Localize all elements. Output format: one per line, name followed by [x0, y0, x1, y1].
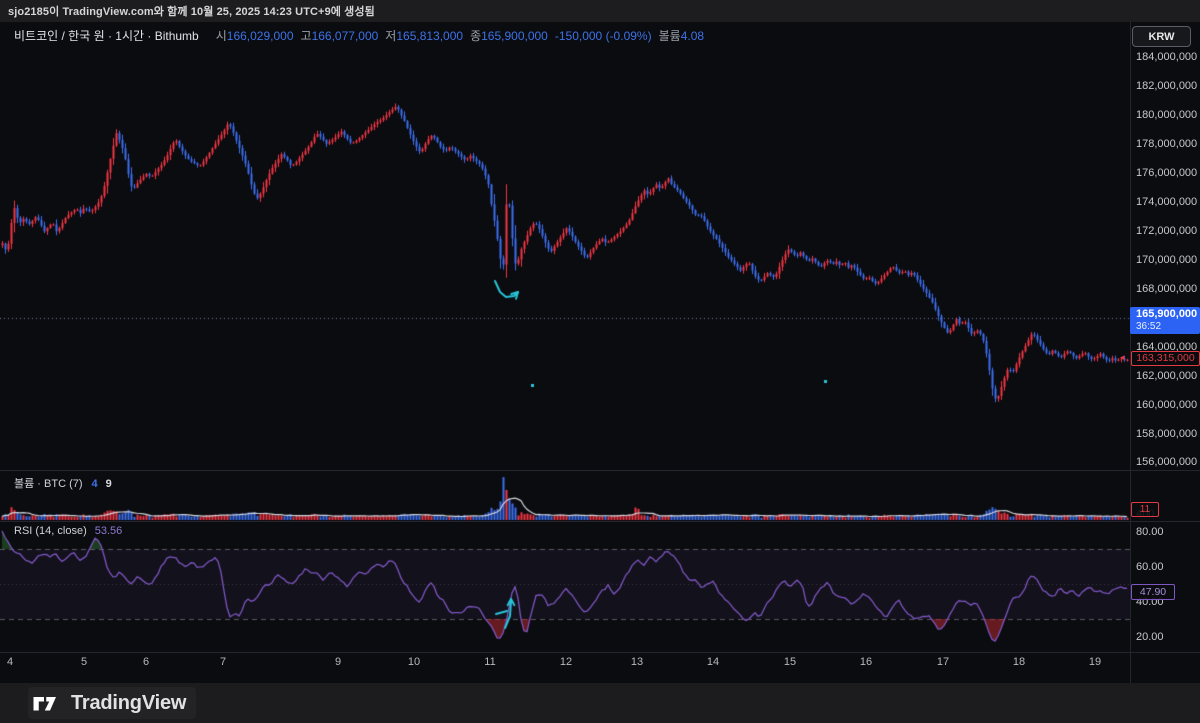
- tradingview-snapshot: sjo2185이 TradingView.com와 함께 10월 25, 202…: [0, 0, 1200, 723]
- time-axis-tick: 10: [408, 656, 420, 668]
- close-value: 165,900,000: [481, 29, 548, 43]
- time-axis-tick: 12: [560, 656, 572, 668]
- rsi-current-value: 53.56: [95, 525, 123, 537]
- rsi-axis-tick: 60.00: [1130, 560, 1200, 574]
- currency-toggle-button[interactable]: KRW: [1132, 26, 1191, 47]
- open-label: 시: [216, 27, 227, 44]
- price-axis-tick: 160,000,000: [1130, 398, 1200, 412]
- low-value: 165,813,000: [396, 29, 463, 43]
- pane-separator-price-volume[interactable]: [0, 470, 1200, 471]
- price-axis-tick: 176,000,000: [1130, 166, 1200, 180]
- time-axis-tick: 4: [7, 656, 13, 668]
- pane-separator-volume-rsi[interactable]: [0, 521, 1200, 522]
- price-axis-tick: 172,000,000: [1130, 224, 1200, 238]
- price-axis-tick: 168,000,000: [1130, 282, 1200, 296]
- volume-last-value-badge: 11: [1131, 502, 1159, 517]
- rsi-indicator-title: RSI (14, close): [14, 525, 87, 537]
- symbol-legend[interactable]: 비트코인 / 한국 원 · 1시간 · Bithumb 시 166,029,00…: [14, 27, 704, 44]
- last-price-value: 165,900,000: [1136, 308, 1200, 321]
- chart-region: 비트코인 / 한국 원 · 1시간 · Bithumb 시 166,029,00…: [0, 22, 1200, 683]
- price-axis-tick: 182,000,000: [1130, 79, 1200, 93]
- volume-value: 4.08: [681, 29, 704, 43]
- low-label: 저: [385, 27, 396, 44]
- time-axis-tick: 7: [220, 656, 226, 668]
- time-axis-tick: 6: [143, 656, 149, 668]
- price-axis-tick: 156,000,000: [1130, 455, 1200, 469]
- high-value: 166,077,000: [312, 29, 379, 43]
- price-chart-canvas[interactable]: [0, 22, 1200, 683]
- time-axis-tick: 16: [860, 656, 872, 668]
- attribution-bar: sjo2185이 TradingView.com와 함께 10월 25, 202…: [0, 0, 1200, 23]
- alert-price-label[interactable]: 163,315,000: [1131, 351, 1200, 366]
- volume-indicator-title: 볼륨 · BTC (7): [14, 475, 83, 491]
- symbol-title: 비트코인 / 한국 원 · 1시간 · Bithumb: [14, 27, 199, 44]
- price-axis-tick: 158,000,000: [1130, 427, 1200, 441]
- price-axis-tick: 178,000,000: [1130, 137, 1200, 151]
- time-axis-tick: 17: [937, 656, 949, 668]
- bar-countdown: 36:52: [1136, 321, 1200, 332]
- time-axis-tick: 9: [335, 656, 341, 668]
- time-axis-tick: 14: [707, 656, 719, 668]
- open-value: 166,029,000: [227, 29, 294, 43]
- attribution-text: sjo2185이 TradingView.com와 함께 10월 25, 202…: [8, 3, 375, 19]
- price-axis-tick: 170,000,000: [1130, 253, 1200, 267]
- time-axis-tick: 19: [1089, 656, 1101, 668]
- change-value: -150,000 (-0.09%): [555, 29, 652, 43]
- price-axis-tick: 184,000,000: [1130, 50, 1200, 64]
- alert-arrow-icon: ◂: [1120, 352, 1125, 363]
- footer-bar: TradingView: [0, 683, 1200, 723]
- time-axis-tick: 13: [631, 656, 643, 668]
- close-label: 종: [470, 27, 481, 44]
- price-axis-tick: 180,000,000: [1130, 108, 1200, 122]
- volume-label: 볼륨: [659, 27, 681, 44]
- time-axis-tick: 11: [484, 656, 495, 668]
- rsi-indicator-legend[interactable]: RSI (14, close) 53.56: [14, 525, 122, 537]
- price-axis-tick: 162,000,000: [1130, 369, 1200, 383]
- tradingview-wordmark: TradingView: [71, 692, 186, 715]
- rsi-last-value-badge: 47.90: [1131, 584, 1175, 600]
- price-axis-tick: 174,000,000: [1130, 195, 1200, 209]
- volume-current-value: 4: [92, 478, 98, 490]
- time-axis-tick: 15: [784, 656, 796, 668]
- rsi-axis-tick: 20.00: [1130, 630, 1200, 644]
- high-label: 고: [301, 27, 312, 44]
- rsi-axis-tick: 80.00: [1130, 525, 1200, 539]
- volume-indicator-legend[interactable]: 볼륨 · BTC (7) 4 9: [14, 475, 112, 491]
- time-axis-separator: [0, 652, 1200, 653]
- tradingview-logo-icon: [32, 691, 62, 715]
- time-axis-tick: 18: [1013, 656, 1025, 668]
- volume-ma-value: 9: [106, 478, 112, 490]
- tradingview-logo[interactable]: TradingView: [28, 687, 196, 719]
- time-axis-tick: 5: [81, 656, 87, 668]
- last-price-badge: 165,900,000 36:52: [1130, 307, 1200, 334]
